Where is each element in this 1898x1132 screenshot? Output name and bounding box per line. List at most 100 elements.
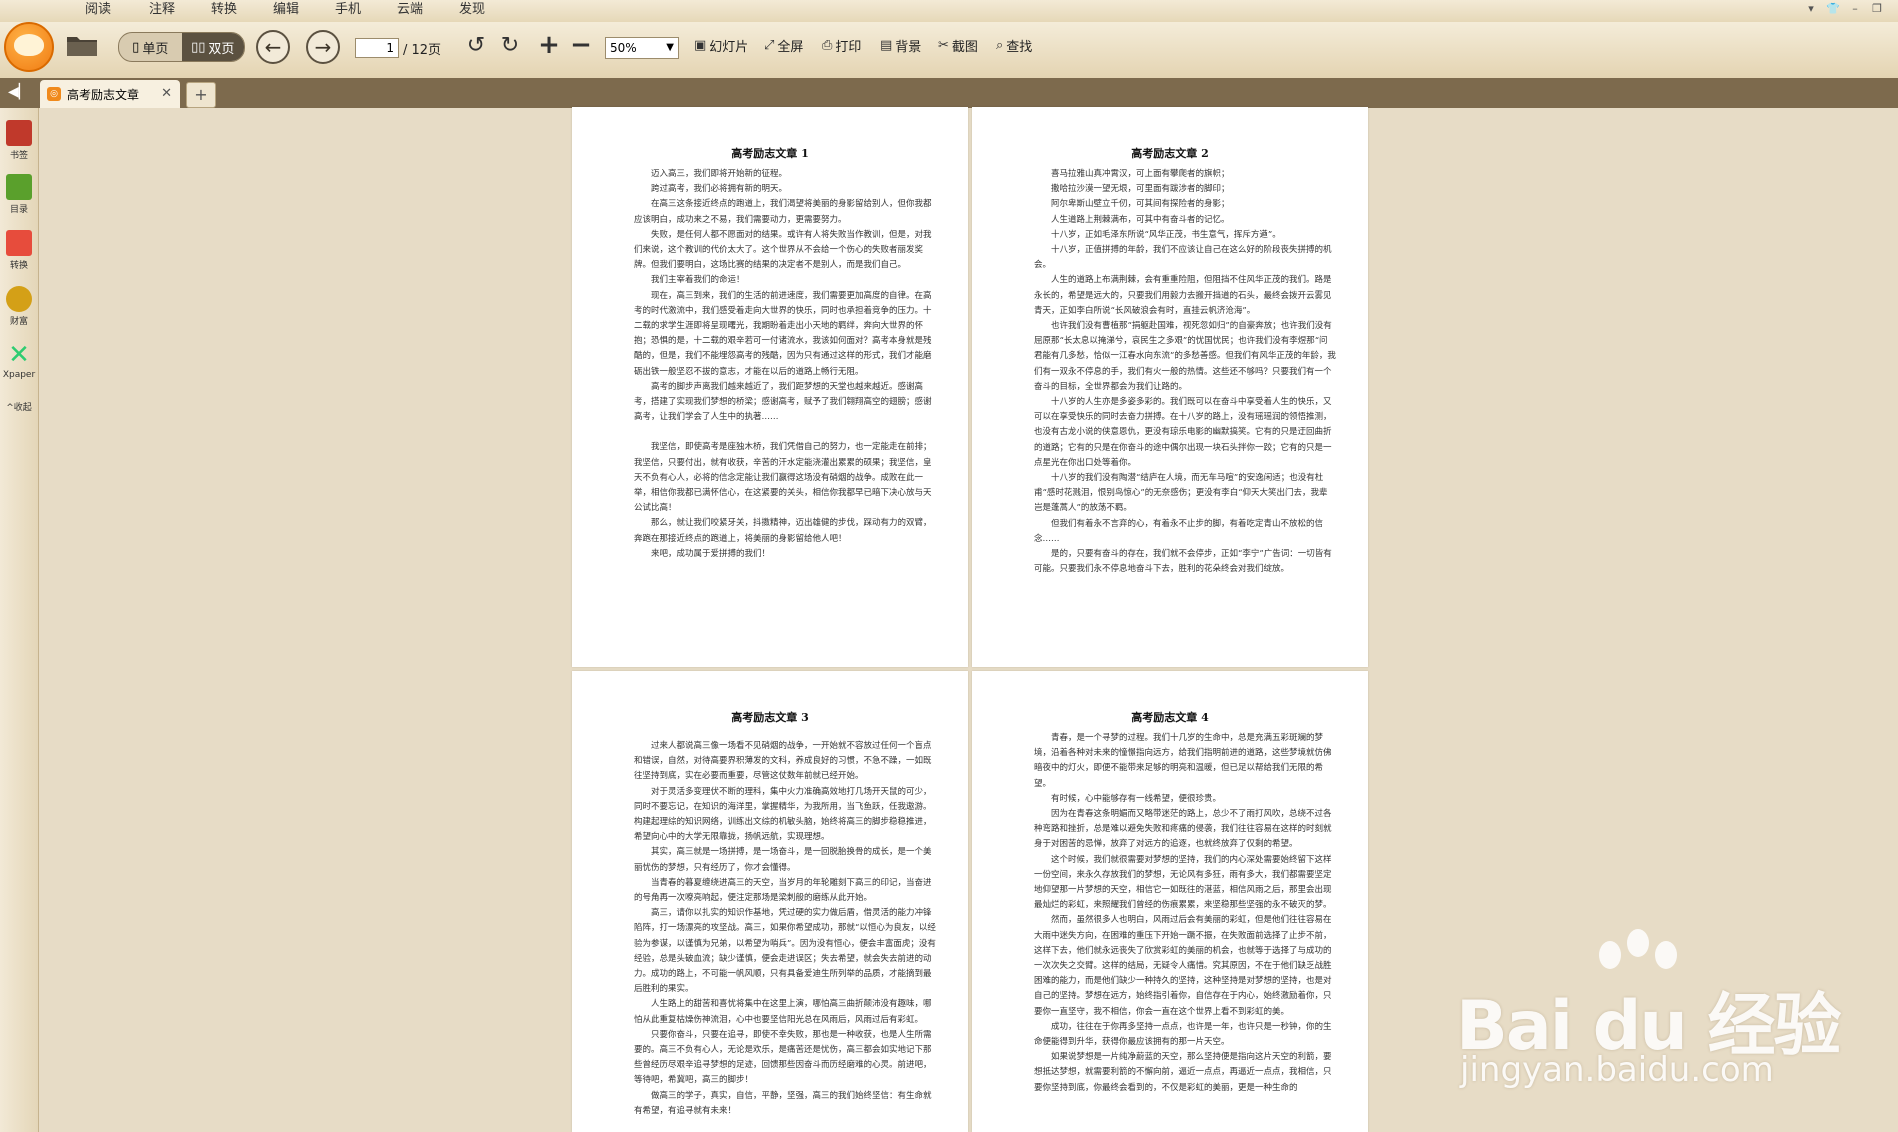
paragraph: 因为在青春这条明媚而又略带迷茫的路上，总少不了雨打风吹，总绕不过各种弯路和挫折，… [1034, 809, 1332, 850]
paragraph: 对于灵活多变理伏不断的理科，集中火力准确高效地打几场开天鼠的可少，同时不要忘记，… [634, 786, 932, 843]
watermark-url: jingyan.baidu.com [1460, 1050, 1774, 1090]
sidebar-item-xpaper[interactable]: ✕ Xpaper [2, 342, 36, 380]
paragraph: 十八岁，正值拼搏的年龄，我们不应该让自己在这么好的阶段丧失拼搏的机会。 [1034, 245, 1332, 271]
page-title: 高考励志文章 3 [731, 711, 809, 724]
zoom-select[interactable]: 50% ▼ [605, 37, 679, 59]
next-page-button[interactable]: → [306, 30, 340, 64]
paragraph: 有时候，心中能够存有一线希望，便很珍贵。 [1051, 793, 1222, 804]
rotate-left-icon[interactable]: ↺ [462, 30, 490, 60]
paragraph [634, 731, 936, 739]
background-button[interactable]: ▤ 背景 [880, 30, 921, 60]
menu-bar: 阅读 注释 转换 编辑 手机 云端 发现 ▾ 👕 – ❐ [0, 0, 1898, 22]
toolbar: ▯单页 ▯▯双页 ← → / 12页 ↺ ↻ + − 50%▼ ▣幻灯片 ⤢全屏… [0, 22, 1898, 79]
convert-icon [6, 230, 32, 256]
double-page-button[interactable]: ▯▯ 双页 [181, 33, 244, 61]
new-tab-button[interactable]: + [186, 82, 216, 108]
page-2: 高考励志文章 2 喜马拉雅山真冲霄汉，可上面有攀爬者的旗帜； 撒哈拉沙漠一望无垠… [972, 107, 1368, 667]
app-logo[interactable] [4, 22, 54, 72]
page-number-input[interactable] [355, 38, 399, 58]
collapse-panel-icon[interactable]: ◀▏ [8, 84, 32, 102]
sidebar-item-bookmark[interactable]: 书签 [2, 120, 36, 161]
paragraph: 我们主宰着我们的命运！ [651, 275, 745, 286]
paragraph: 人生路上的甜苦和喜忧将集中在这里上演，哪怕高三曲折颠沛没有趣味，哪怕从此重复枯燥… [634, 999, 932, 1025]
paragraph: 人生道路上荆棘满布，可其中有奋斗者的记忆。 [1051, 214, 1230, 225]
paragraph: 只要你奋斗，只要在追寻，即使不幸失败，那也是一种收获，也是人生所需要的。高三不负… [634, 1029, 932, 1086]
search-icon: ⌕ [996, 37, 1004, 53]
screenshot-button[interactable]: ✂ 截图 [938, 30, 978, 60]
scissors-icon: ✂ [938, 37, 949, 53]
paragraph: 做高三的学子，真实，自信，平静，坚强，高三的我们始终坚信：有生命就有希望，有追寻… [634, 1090, 932, 1116]
dropdown-menu-icon[interactable]: ▾ [1804, 2, 1818, 15]
fullscreen-button[interactable]: ⤢ 全屏 [764, 30, 803, 60]
rotate-right-icon[interactable]: ↻ [496, 30, 524, 60]
fullscreen-icon: ⤢ [764, 37, 775, 53]
tab-title: 高考励志文章 [67, 87, 140, 102]
zoom-in-icon[interactable]: + [536, 30, 562, 60]
chevron-up-icon: ^ [6, 403, 14, 413]
page-title: 高考励志文章 2 [1131, 147, 1209, 160]
paragraph: 如果说梦想是一片纯净蔚蓝的天空，那么坚持便是指向这片天空的利箭，要想抵达梦想，就… [1034, 1052, 1332, 1093]
paragraph: 也许我们没有曹植那“捐躯赴国难，视死忽如归”的自豪奔放；也许我们没有屈原那“长太… [1034, 321, 1336, 392]
menu-discover[interactable]: 发现 [444, 0, 500, 20]
paragraph: 青春，是一个寻梦的过程。我们十几岁的生命中，总是充满五彩斑斓的梦境，沿着各种对未… [1034, 733, 1332, 789]
single-page-button[interactable]: ▯ 单页 [119, 33, 182, 61]
tab-bar: ◀▏ ◎ 高考励志文章 ✕ + [0, 78, 1898, 108]
slideshow-icon: ▣ [694, 37, 707, 53]
menu-read[interactable]: 阅读 [70, 0, 126, 20]
paragraph: 在高三这条接近终点的跑道上，我们渴望将美丽的身影留给别人，但你我都应该明白，成功… [634, 199, 932, 225]
page-3: 高考励志文章 3 过来人都说高三像一场看不见硝烟的战争，一开始就不容放过任何一个… [572, 671, 968, 1132]
wealth-icon [6, 286, 32, 312]
slideshow-button[interactable]: ▣ 幻灯片 [694, 30, 748, 60]
arrow-right-icon: → [314, 35, 332, 59]
open-folder-icon[interactable] [62, 30, 102, 60]
arrow-left-icon: ← [264, 35, 282, 59]
paragraph: 来吧，成功属于爱拼搏的我们！ [651, 548, 771, 559]
paragraph: 失败，是任何人都不愿面对的结果。或许有人将失败当作教训，但是，对我们来说，这个教… [634, 229, 932, 271]
minimize-icon[interactable]: – [1848, 2, 1862, 15]
page-title: 高考励志文章 1 [731, 147, 809, 160]
sidebar-item-wealth[interactable]: 财富 [2, 286, 36, 327]
paragraph: 人生的道路上布满荆棘，会有重重险阻，但阻挡不住风华正茂的我们。路是永长的，希望是… [1034, 275, 1332, 316]
sidebar-item-collapse[interactable]: ^收起 [2, 400, 36, 413]
single-page-icon: ▯ [132, 39, 140, 55]
menu-mobile[interactable]: 手机 [320, 0, 376, 20]
paragraph: 高三，请你以扎实的知识作基地，凭过硬的实力做后盾，借灵活的能力冲锋陷阵，打一场漂… [634, 908, 936, 995]
left-sidebar: 书签 目录 转换 财富 ✕ Xpaper ^收起 [0, 108, 39, 1132]
menu-edit[interactable]: 编辑 [258, 0, 314, 20]
paragraph: 过来人都说高三像一场看不见硝烟的战争，一开始就不容放过任何一个盲点和错误，自然，… [634, 741, 932, 782]
paragraph: 十八岁的人生亦是多姿多彩的。我们既可以在奋斗中享受着人生的快乐，又可以在享受快乐… [1034, 397, 1332, 468]
page-title: 高考励志文章 4 [1131, 711, 1209, 724]
paragraph: 跨过高考，我们必将拥有新的明天。 [651, 184, 788, 195]
menu-cloud[interactable]: 云端 [382, 0, 438, 20]
paragraph: 阿尔卑斯山壁立千仞，可其间有探险者的身影； [1051, 199, 1230, 210]
page-1: 高考励志文章 1 迈入高三，我们即将开始新的征程。 跨过高考，我们必将拥有新的明… [572, 107, 968, 667]
paragraph: 十八岁的我们没有陶潜“结庐在人境，而无车马喧”的安逸闲适；也没有杜甫“感时花溅泪… [1034, 473, 1328, 514]
paragraph: 当青春的暮夏缠绕进高三的天空，当岁月的年轮雕刻下高三的印记，当奋进的号角再一次嘹… [634, 877, 932, 904]
paragraph: 其实，高三就是一场拼搏，是一场奋斗，是一回脱胎换骨的成长，是一个美丽忧伤的梦想，… [634, 847, 932, 873]
paragraph: 然而，虽然很多人也明白，风雨过后会有美丽的彩虹，但是他们往往容易在大雨中迷失方向… [1034, 915, 1332, 1017]
menu-annotate[interactable]: 注释 [134, 0, 190, 20]
toc-icon [6, 174, 32, 200]
paragraph: 但我们有着永不言弃的心，有着永不止步的脚，有着吃定青山不放松的信念…… [1034, 518, 1324, 544]
page-body: 喜马拉雅山真冲霄汉，可上面有攀爬者的旗帜； 撒哈拉沙漠一望无垠，可里面有跋涉者的… [972, 167, 1368, 577]
paragraph: 这个时候，我们就很需要对梦想的坚持，我们的内心深处需要始终留下这样一份空间，来永… [1034, 854, 1332, 911]
paragraph: 撒哈拉沙漠一望无垠，可里面有跋涉者的脚印； [1051, 184, 1230, 195]
skin-icon[interactable]: 👕 [1826, 2, 1840, 15]
paragraph: 迈入高三，我们即将开始新的征程。 [651, 169, 788, 179]
view-mode-toggle: ▯ 单页 ▯▯ 双页 [118, 32, 245, 62]
paragraph: 是的，只要有奋斗的存在，我们就不会停步，正如“李宁”广告词：一切皆有可能。只要我… [1034, 549, 1332, 575]
sidebar-item-toc[interactable]: 目录 [2, 174, 36, 215]
tab-document[interactable]: ◎ 高考励志文章 ✕ [40, 80, 180, 108]
paragraph: 我坚信，即使高考是座独木桥，我们凭借自己的努力，也一定能走在前排；我坚信，只要付… [634, 442, 932, 514]
zoom-out-icon[interactable]: − [568, 30, 594, 60]
paragraph: 成功，往往在于你再多坚持一点点，也许是一年，也许只是一秒钟，你的生命便能得到升华… [1034, 1021, 1332, 1048]
menu-convert[interactable]: 转换 [196, 0, 252, 20]
paragraph [634, 425, 936, 440]
print-button[interactable]: ⎙ 打印 [822, 30, 861, 60]
prev-page-button[interactable]: ← [256, 30, 290, 64]
find-button[interactable]: ⌕ 查找 [996, 30, 1032, 60]
close-icon[interactable]: ✕ [161, 86, 172, 101]
restore-icon[interactable]: ❐ [1870, 2, 1884, 15]
page-body: 青春，是一个寻梦的过程。我们十几岁的生命中，总是充满五彩斑斓的梦境，沿着各种对未… [972, 731, 1368, 1096]
sidebar-item-convert[interactable]: 转换 [2, 230, 36, 271]
